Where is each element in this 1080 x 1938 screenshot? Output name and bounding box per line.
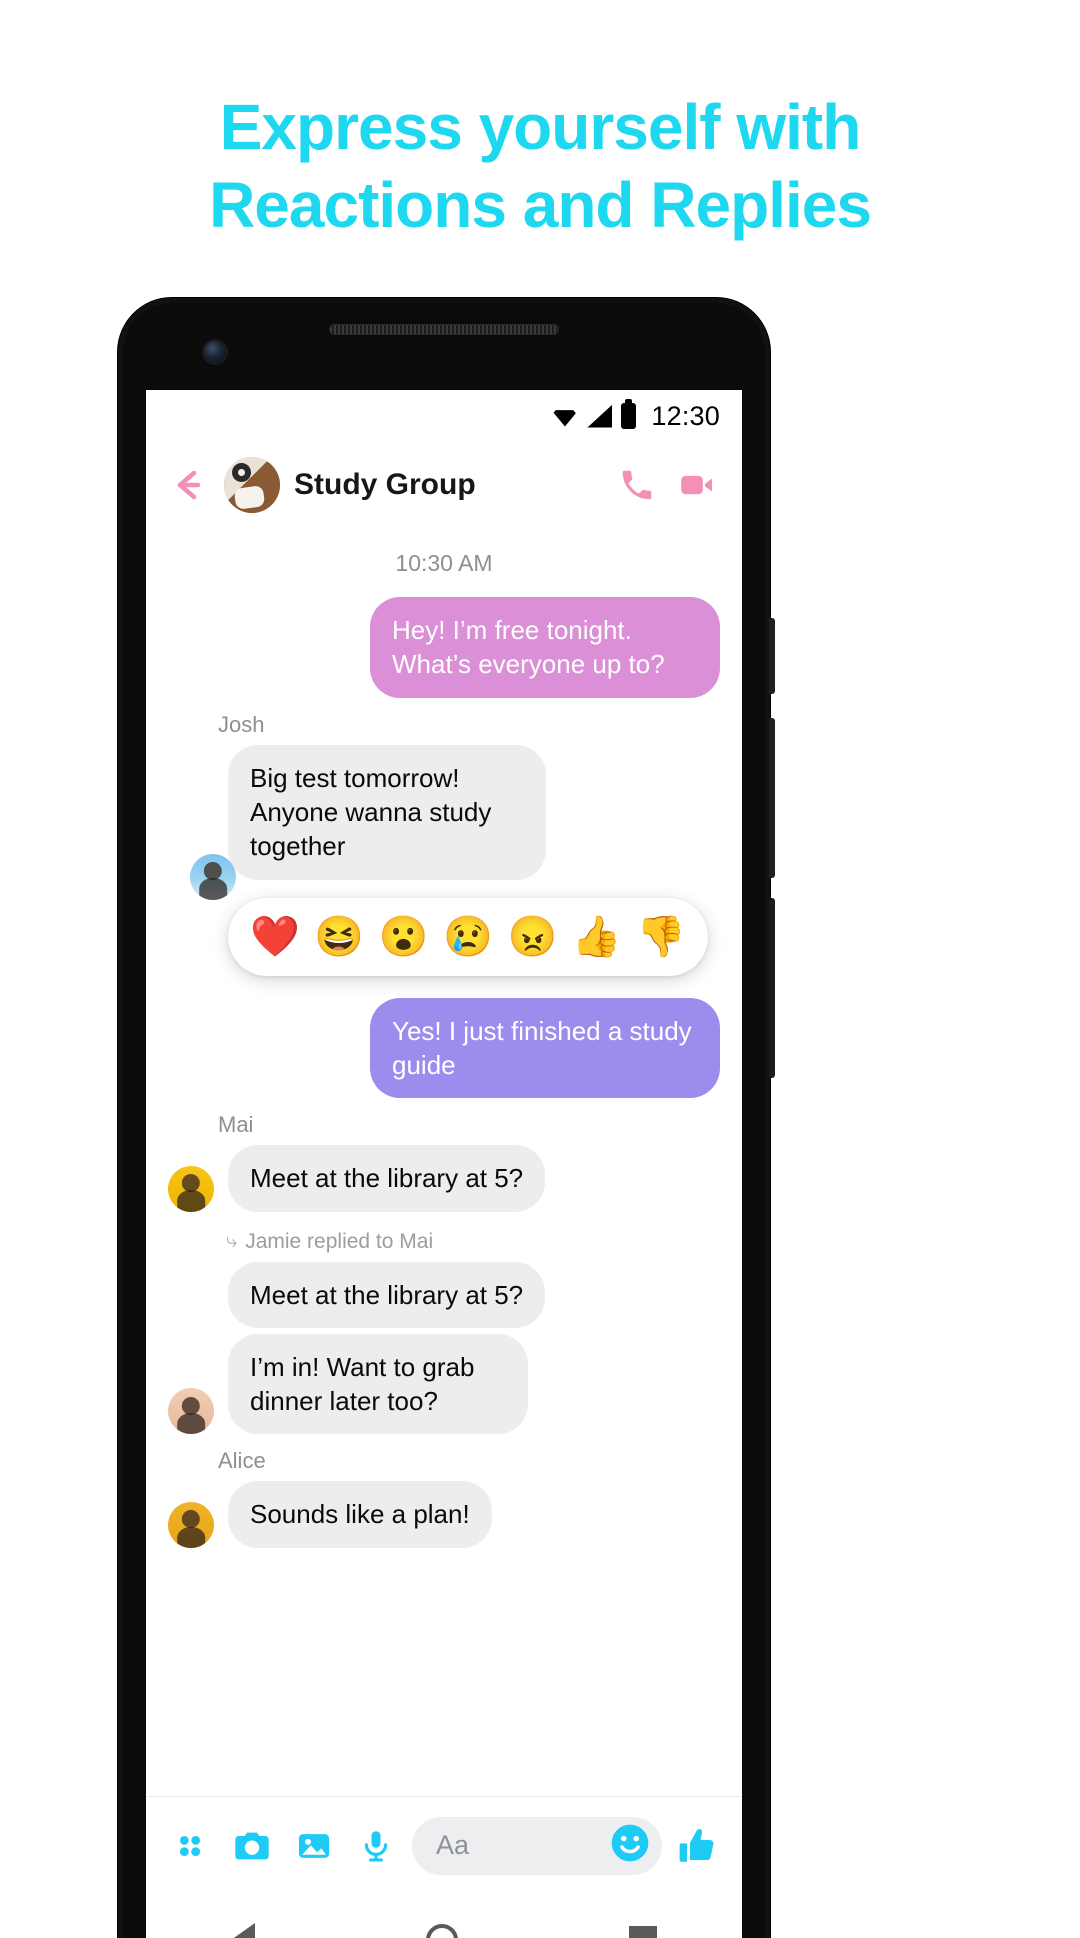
status-bar-time: 12:30: [651, 400, 720, 431]
reply-indicator: ⤷ Jamie replied to Mai: [226, 1230, 742, 1254]
conversation-timestamp: 10:30 AM: [395, 550, 493, 576]
avatar[interactable]: [168, 1501, 214, 1548]
thumbs-up-icon[interactable]: [672, 1820, 724, 1872]
status-bar: 12:30: [146, 390, 742, 442]
sender-label-josh: Josh: [218, 711, 265, 737]
message-row-incoming: Meet at the library at 5?: [146, 1261, 742, 1328]
sender-label-alice: Alice: [218, 1448, 266, 1474]
message-bubble[interactable]: Sounds like a plan!: [228, 1481, 492, 1548]
wifi-icon: [551, 405, 578, 428]
wow-reaction-icon[interactable]: 😮: [379, 917, 429, 957]
earpiece-speaker: [329, 324, 559, 335]
phone-screen: 12:30 Study Group 10:30 AM Hey! I’m free…: [146, 390, 742, 1938]
emoji-smiley-icon[interactable]: [608, 1821, 652, 1870]
message-row-incoming: Sounds like a plan!: [146, 1481, 742, 1548]
avatar: [190, 853, 236, 900]
phone-mockup: 12:30 Study Group 10:30 AM Hey! I’m free…: [118, 298, 775, 1938]
group-avatar[interactable]: [224, 457, 280, 513]
angry-reaction-icon[interactable]: 😠: [507, 917, 557, 957]
message-bubble[interactable]: I’m in! Want to grab dinner later too?: [228, 1333, 528, 1435]
nav-recents-icon[interactable]: [628, 1926, 657, 1938]
message-bubble[interactable]: Meet at the library at 5?: [228, 1145, 546, 1212]
camera-icon[interactable]: [226, 1820, 278, 1872]
message-bubble[interactable]: Yes! I just finished a study guide: [370, 997, 720, 1099]
message-row-incoming: Meet at the library at 5?: [146, 1145, 742, 1212]
reply-arrow-icon: ⤷: [226, 1230, 238, 1252]
headline-line-1: Express yourself with: [219, 91, 862, 163]
sender-label-mai: Mai: [218, 1112, 254, 1138]
volume-button[interactable]: [769, 718, 775, 878]
conversation-list[interactable]: 10:30 AM Hey! I’m free tonight. What’s e…: [146, 528, 742, 1796]
message-row-outgoing: Yes! I just finished a study guide: [146, 997, 742, 1099]
cellular-signal-icon: [587, 404, 613, 428]
message-row-incoming: I’m in! Want to grab dinner later too?: [146, 1333, 742, 1435]
chat-header: Study Group: [146, 442, 742, 528]
side-rail: [769, 898, 775, 1078]
avatar[interactable]: [168, 1388, 214, 1435]
thumbs-down-reaction-icon[interactable]: 👎: [636, 917, 686, 957]
reaction-bar[interactable]: ❤️ 😆 😮 😢 😠 👍 👎: [228, 897, 708, 976]
heart-reaction-icon[interactable]: ❤️: [250, 917, 300, 957]
thumbs-up-reaction-icon[interactable]: 👍: [572, 917, 622, 957]
power-button[interactable]: [769, 618, 775, 694]
battery-icon: [621, 399, 637, 429]
message-bubble[interactable]: Hey! I’m free tonight. What’s everyone u…: [370, 597, 720, 698]
message-bubble[interactable]: Meet at the library at 5?: [228, 1261, 546, 1328]
microphone-icon[interactable]: [350, 1820, 402, 1872]
message-text-field[interactable]: Aa: [412, 1816, 662, 1875]
gallery-icon[interactable]: [288, 1820, 340, 1872]
avatar[interactable]: [168, 1165, 214, 1212]
front-camera-icon: [204, 341, 226, 363]
android-nav-bar: [146, 1894, 742, 1938]
haha-reaction-icon[interactable]: 😆: [314, 917, 364, 957]
more-apps-icon[interactable]: [164, 1820, 216, 1872]
reply-indicator-text: Jamie replied to Mai: [245, 1229, 434, 1253]
nav-home-icon[interactable]: [425, 1924, 458, 1938]
group-avatar-image: [224, 457, 280, 513]
message-input-bar: Aa: [146, 1796, 742, 1894]
headline-line-2: Reactions and Replies: [209, 169, 872, 242]
reaction-picker[interactable]: ❤️ 😆 😮 😢 😠 👍 👎: [146, 852, 742, 976]
page-headline: Express yourself with Reactions and Repl…: [0, 88, 1080, 244]
message-row-outgoing: Hey! I’m free tonight. What’s everyone u…: [146, 597, 742, 698]
back-arrow-icon[interactable]: [166, 463, 210, 507]
video-camera-icon[interactable]: [674, 462, 720, 508]
phone-call-icon[interactable]: [614, 462, 660, 508]
sad-reaction-icon[interactable]: 😢: [443, 917, 493, 957]
page-title: Study Group: [294, 468, 476, 501]
nav-back-icon[interactable]: [231, 1923, 256, 1938]
message-input-placeholder: Aa: [436, 1830, 470, 1860]
